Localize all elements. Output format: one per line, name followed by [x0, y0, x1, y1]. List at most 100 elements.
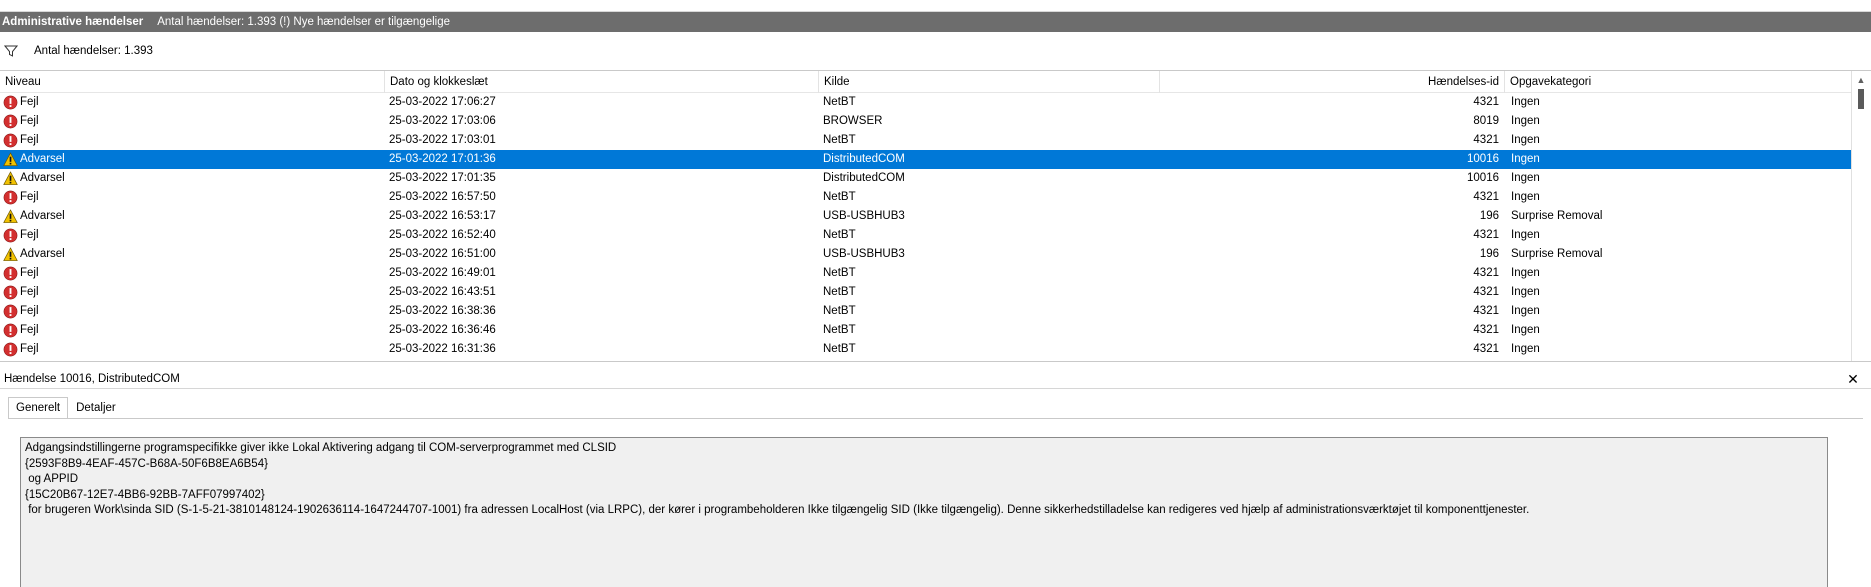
scroll-up-icon[interactable]: ▲ — [1852, 71, 1870, 89]
table-scrollbar[interactable]: ▲ — [1851, 71, 1870, 361]
level-cell: Fejl — [3, 188, 383, 207]
tab-details[interactable]: Detaljer — [68, 397, 124, 419]
event-id-cell: 196 — [1479, 210, 1499, 222]
level-text: Fejl — [20, 115, 39, 127]
level-cell: Fejl — [3, 264, 383, 283]
error-icon — [3, 266, 20, 281]
event-id-cell: 4321 — [1473, 96, 1499, 108]
category-cell: Surprise Removal — [1511, 248, 1603, 260]
table-row[interactable]: Advarsel 25-03-2022 16:51:00 USB-USBHUB3 19… — [0, 245, 1851, 264]
source-cell: DistributedCOM — [823, 153, 905, 165]
category-cell: Ingen — [1511, 229, 1540, 241]
level-cell: Fejl — [3, 131, 383, 150]
event-id-cell: 196 — [1479, 248, 1499, 260]
date-cell: 25-03-2022 16:53:17 — [389, 210, 496, 222]
level-cell: Fejl — [3, 302, 383, 321]
table-row[interactable]: Fejl 25-03-2022 16:52:40 NetBT 4321 Ingen — [0, 226, 1851, 245]
error-icon — [3, 190, 20, 205]
table-row[interactable]: Advarsel 25-03-2022 17:01:35 DistributedCO… — [0, 169, 1851, 188]
date-cell: 25-03-2022 16:49:01 — [389, 267, 496, 279]
close-icon[interactable]: ✕ — [1845, 370, 1861, 388]
category-cell: Ingen — [1511, 305, 1540, 317]
filter-icon[interactable] — [4, 44, 18, 58]
column-header-source[interactable]: Kilde — [819, 71, 1160, 93]
level-cell: Advarsel — [3, 207, 383, 226]
level-text: Fejl — [20, 305, 39, 317]
level-cell: Fejl — [3, 93, 383, 112]
level-cell: Advarsel — [3, 169, 383, 188]
source-cell: USB-USBHUB3 — [823, 248, 905, 260]
date-cell: 25-03-2022 17:06:27 — [389, 96, 496, 108]
event-id-cell: 10016 — [1467, 153, 1499, 165]
column-header-level[interactable]: Niveau — [0, 71, 385, 93]
level-text: Fejl — [20, 96, 39, 108]
category-cell: Ingen — [1511, 172, 1540, 184]
level-cell: Advarsel — [3, 150, 383, 169]
view-subtitle: Antal hændelser: 1.393 (!) Nye hændelser… — [157, 16, 451, 28]
event-id-cell: 4321 — [1473, 324, 1499, 336]
table-row[interactable]: Fejl 25-03-2022 17:03:06 BROWSER 8019 Ingen — [0, 112, 1851, 131]
level-text: Fejl — [20, 267, 39, 279]
category-cell: Ingen — [1511, 153, 1540, 165]
error-icon — [3, 114, 20, 129]
table-row[interactable]: Advarsel 25-03-2022 17:01:36 DistributedCO… — [0, 150, 1851, 169]
date-cell: 25-03-2022 16:52:40 — [389, 229, 496, 241]
table-row[interactable]: Advarsel 25-03-2022 16:53:17 USB-USBHUB3 19… — [0, 207, 1851, 226]
source-cell: NetBT — [823, 324, 856, 336]
warning-icon — [3, 247, 20, 262]
filter-bar: Antal hændelser: 1.393 — [0, 38, 1871, 64]
tab-general[interactable]: Generelt — [8, 397, 69, 419]
table-row[interactable]: Fejl 25-03-2022 17:03:01 NetBT 4321 Ingen — [0, 131, 1851, 150]
scroll-thumb[interactable] — [1858, 89, 1864, 109]
event-message[interactable]: Adgangsindstillingerne programspecifikke… — [20, 437, 1828, 587]
event-id-cell: 10016 — [1467, 172, 1499, 184]
table-row[interactable]: Fejl 25-03-2022 16:38:36 NetBT 4321 Ingen — [0, 302, 1851, 321]
table-row[interactable]: Fejl 25-03-2022 16:43:51 NetBT 4321 Ingen — [0, 283, 1851, 302]
view-title: Administrative hændelser — [2, 16, 144, 28]
level-text: Advarsel — [20, 172, 65, 184]
detail-tabs: Generelt Detaljer — [8, 397, 124, 419]
source-cell: NetBT — [823, 191, 856, 203]
view-titlebar: Administrative hændelser Antal hændelser… — [0, 12, 1871, 32]
table-row[interactable]: Fejl 25-03-2022 16:57:50 NetBT 4321 Ingen — [0, 188, 1851, 207]
event-id-cell: 4321 — [1473, 267, 1499, 279]
detail-header: Hændelse 10016, DistributedCOM — [0, 369, 1871, 389]
event-id-cell: 4321 — [1473, 343, 1499, 355]
event-id-cell: 4321 — [1473, 191, 1499, 203]
warning-icon — [3, 152, 20, 167]
event-id-cell: 4321 — [1473, 305, 1499, 317]
table-row[interactable]: Fejl 25-03-2022 16:31:36 NetBT 4321 Ingen — [0, 340, 1851, 359]
date-cell: 25-03-2022 16:31:36 — [389, 343, 496, 355]
error-icon — [3, 228, 20, 243]
column-header-date[interactable]: Dato og klokkeslæt — [385, 71, 819, 93]
table-row[interactable]: Fejl 25-03-2022 17:06:27 NetBT 4321 Ingen — [0, 93, 1851, 112]
date-cell: 25-03-2022 16:43:51 — [389, 286, 496, 298]
table-header: Niveau Dato og klokkeslæt Kilde Hændelse… — [0, 71, 1851, 93]
level-text: Fejl — [20, 286, 39, 298]
column-header-category[interactable]: Opgavekategori — [1505, 71, 1851, 93]
level-cell: Advarsel — [3, 245, 383, 264]
date-cell: 25-03-2022 16:36:46 — [389, 324, 496, 336]
level-text: Advarsel — [20, 153, 65, 165]
date-cell: 25-03-2022 16:57:50 — [389, 191, 496, 203]
events-table: Niveau Dato og klokkeslæt Kilde Hændelse… — [0, 70, 1871, 362]
error-icon — [3, 304, 20, 319]
table-row[interactable]: Fejl 25-03-2022 16:36:46 NetBT 4321 Ingen — [0, 321, 1851, 340]
level-cell: Fejl — [3, 112, 383, 131]
date-cell: 25-03-2022 17:01:35 — [389, 172, 496, 184]
source-cell: NetBT — [823, 343, 856, 355]
date-cell: 25-03-2022 17:03:01 — [389, 134, 496, 146]
level-text: Fejl — [20, 191, 39, 203]
source-cell: NetBT — [823, 286, 856, 298]
warning-icon — [3, 209, 20, 224]
tab-divider — [8, 418, 1863, 419]
category-cell: Ingen — [1511, 134, 1540, 146]
top-strip — [0, 0, 1871, 12]
event-id-cell: 8019 — [1473, 115, 1499, 127]
category-cell: Ingen — [1511, 191, 1540, 203]
warning-icon — [3, 171, 20, 186]
level-cell: Fejl — [3, 340, 383, 359]
table-row[interactable]: Fejl 25-03-2022 16:49:01 NetBT 4321 Ingen — [0, 264, 1851, 283]
column-header-event-id[interactable]: Hændelses-id — [1160, 71, 1505, 93]
source-cell: NetBT — [823, 267, 856, 279]
